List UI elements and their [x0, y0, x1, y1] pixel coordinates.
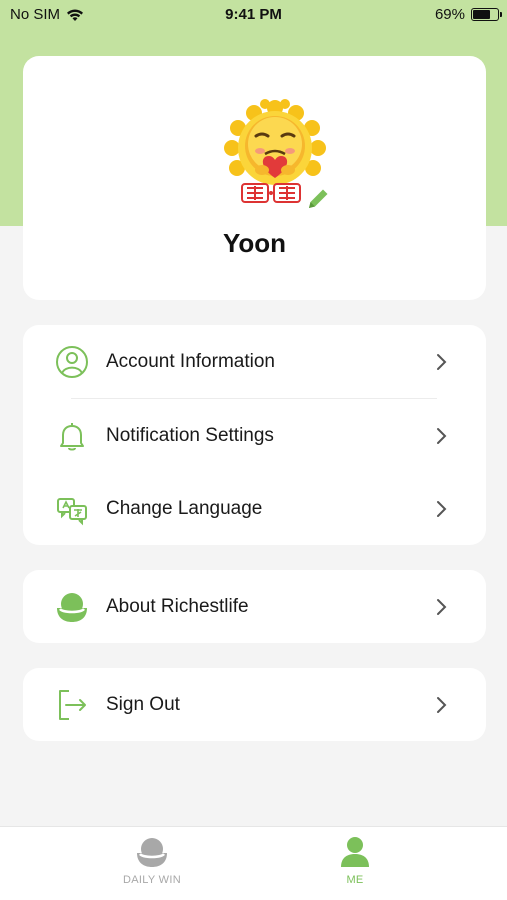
- battery-indicator: 69%: [434, 6, 502, 23]
- notification-settings-label: Notification Settings: [106, 424, 274, 446]
- settings-menu-card: Account Information Notification Setting…: [23, 325, 486, 545]
- me-screen: No SIM 9:41 PM 69% Yoon Account Informat…: [0, 0, 507, 900]
- account-information-row[interactable]: Account Information: [23, 325, 486, 398]
- about-richestlife-label: About Richestlife: [106, 595, 249, 617]
- about-card: About Richestlife: [23, 570, 486, 643]
- pencil-icon[interactable]: [305, 186, 331, 212]
- tab-me-label: ME: [346, 874, 364, 886]
- tab-daily-win[interactable]: DAILY WIN: [92, 835, 212, 886]
- battery-percent: 69%: [434, 6, 465, 23]
- chevron-right-icon: [437, 598, 447, 615]
- sign-out-label: Sign Out: [106, 693, 180, 715]
- change-language-label: Change Language: [106, 497, 263, 519]
- status-bar: No SIM 9:41 PM 69%: [0, 0, 507, 30]
- sign-out-card: Sign Out: [23, 668, 486, 741]
- sign-out-icon: [55, 688, 89, 722]
- about-richestlife-row[interactable]: About Richestlife: [23, 570, 486, 643]
- user-circle-icon: [55, 345, 89, 379]
- bell-icon: [55, 419, 89, 453]
- chevron-right-icon: [437, 500, 447, 517]
- user-name: Yoon: [222, 228, 287, 258]
- translate-icon: [55, 492, 89, 526]
- change-language-row[interactable]: Change Language: [23, 472, 486, 545]
- account-information-label: Account Information: [106, 350, 275, 372]
- chevron-right-icon: [437, 353, 447, 370]
- tab-bar: DAILY WIN ME: [0, 826, 507, 900]
- richestlife-logo-icon: [55, 590, 89, 624]
- tab-daily-win-label: DAILY WIN: [123, 874, 181, 886]
- chevron-right-icon: [437, 696, 447, 713]
- sign-out-row[interactable]: Sign Out: [23, 668, 486, 741]
- person-icon: [341, 837, 369, 867]
- battery-icon: [471, 8, 502, 21]
- clock: 9:41 PM: [225, 6, 282, 23]
- chevron-right-icon: [437, 427, 447, 444]
- tab-me[interactable]: ME: [295, 835, 415, 886]
- profile-card: Yoon: [23, 56, 486, 300]
- notification-settings-row[interactable]: Notification Settings: [23, 399, 486, 472]
- daily-win-icon: [137, 838, 167, 867]
